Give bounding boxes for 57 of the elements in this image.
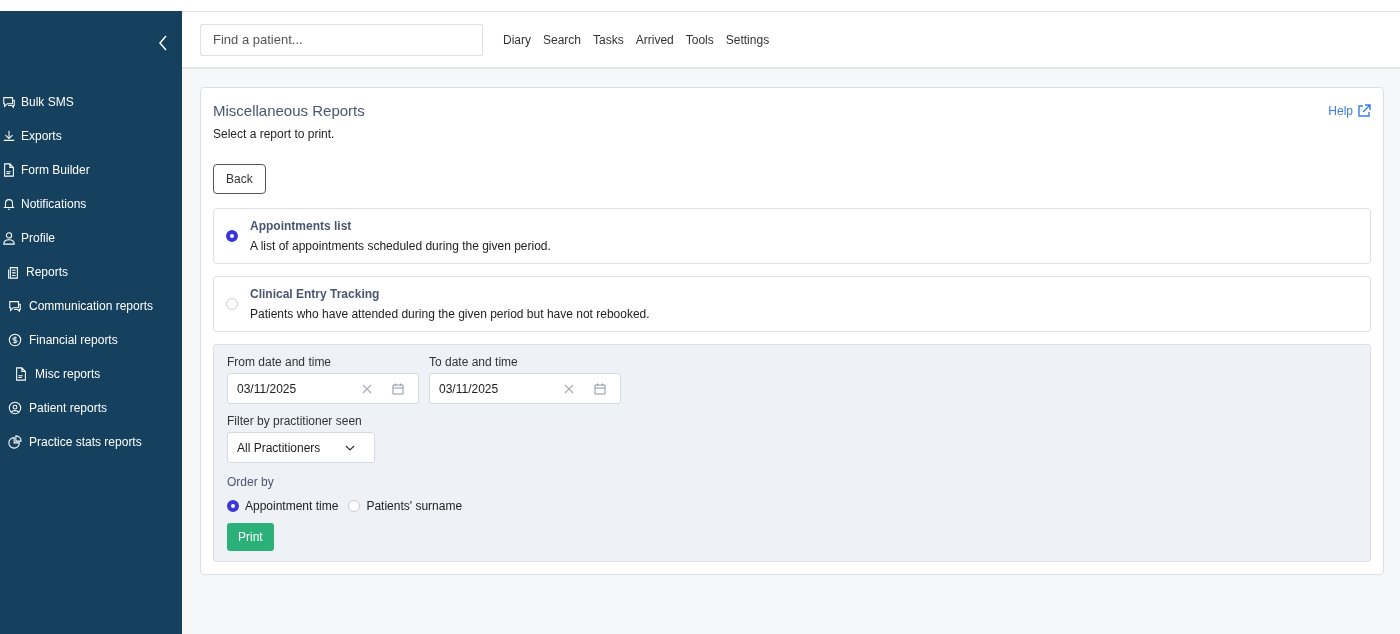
back-button[interactable]: Back (213, 164, 266, 194)
dollar-circle-icon (8, 333, 22, 347)
document-icon (2, 163, 16, 177)
nav-link[interactable]: Diary (503, 32, 531, 47)
report-description: Patients who have attended during the given period but have not rebooked. (250, 307, 650, 321)
sidebar-item[interactable]: Profile (0, 221, 182, 255)
help-link[interactable]: Help (1328, 103, 1371, 118)
nav-link[interactable]: Tools (685, 32, 714, 47)
radio-label: Appointment time (245, 499, 339, 513)
user-circle-icon (8, 401, 22, 415)
nav-link[interactable]: Settings (725, 32, 770, 47)
chevron-down-icon (345, 444, 355, 451)
chat-bubbles-icon (2, 95, 16, 109)
report-description: A list of appointments scheduled during the given period. (250, 239, 551, 253)
sidebar-item[interactable]: Notifications (0, 187, 182, 221)
download-icon (2, 129, 16, 143)
report-option-card[interactable]: Appointments list A list of appointments scheduled during the given period. (213, 208, 1371, 264)
nav-link[interactable]: Search (543, 32, 582, 47)
field-label: From date and time (227, 355, 333, 369)
date-field[interactable]: 03/11/2025 (429, 373, 621, 404)
field-label: Order by (227, 475, 275, 489)
radio-button[interactable] (227, 500, 239, 512)
clipboard-icon (6, 265, 20, 279)
clear-icon[interactable] (564, 383, 574, 394)
sidebar-item[interactable]: Exports (0, 119, 182, 153)
field-label: Filter by practitioner seen (227, 414, 363, 428)
report-title: Clinical Entry Tracking (250, 287, 381, 301)
sidebar-item[interactable]: Misc reports (0, 357, 182, 391)
radio-label: Patients' surname (366, 499, 463, 513)
person-icon (2, 231, 16, 245)
collapse-icon[interactable] (158, 35, 168, 51)
radio-button[interactable] (226, 230, 238, 242)
nav-link[interactable]: Arrived (635, 32, 674, 47)
calendar-icon[interactable] (594, 382, 606, 395)
report-option-card[interactable]: Clinical Entry Tracking Patients who have attended during the given period but have not rebooked. (213, 276, 1371, 332)
nav-link[interactable]: Tasks (593, 32, 624, 47)
practitioner-dropdown[interactable]: All Practitioners (227, 432, 375, 463)
external-link-icon (1357, 103, 1371, 118)
sidebar-item[interactable]: Reports (0, 255, 182, 289)
panel-title: Miscellaneous Reports (213, 102, 365, 119)
pie-chart-icon (8, 435, 22, 449)
sidebar-item[interactable]: Practice stats reports (0, 425, 182, 459)
bell-icon (2, 197, 16, 211)
report-title: Appointments list (250, 219, 353, 233)
calendar-icon[interactable] (392, 382, 404, 395)
date-field[interactable]: 03/11/2025 (227, 373, 419, 404)
patient-search-field[interactable]: Find a patient... (200, 23, 483, 56)
panel-subtitle: Select a report to print. (213, 127, 336, 141)
clear-icon[interactable] (362, 383, 372, 394)
document-icon (14, 367, 28, 381)
sidebar-item[interactable]: Form Builder (0, 153, 182, 187)
sidebar-item[interactable]: Financial reports (0, 323, 182, 357)
sidebar-item[interactable]: Patient reports (0, 391, 182, 425)
field-label: To date and time (429, 355, 519, 369)
sidebar-item[interactable]: Communication reports (0, 289, 182, 323)
chat-bubbles-icon (8, 299, 22, 313)
sidebar-item[interactable]: Bulk SMS (0, 85, 182, 119)
